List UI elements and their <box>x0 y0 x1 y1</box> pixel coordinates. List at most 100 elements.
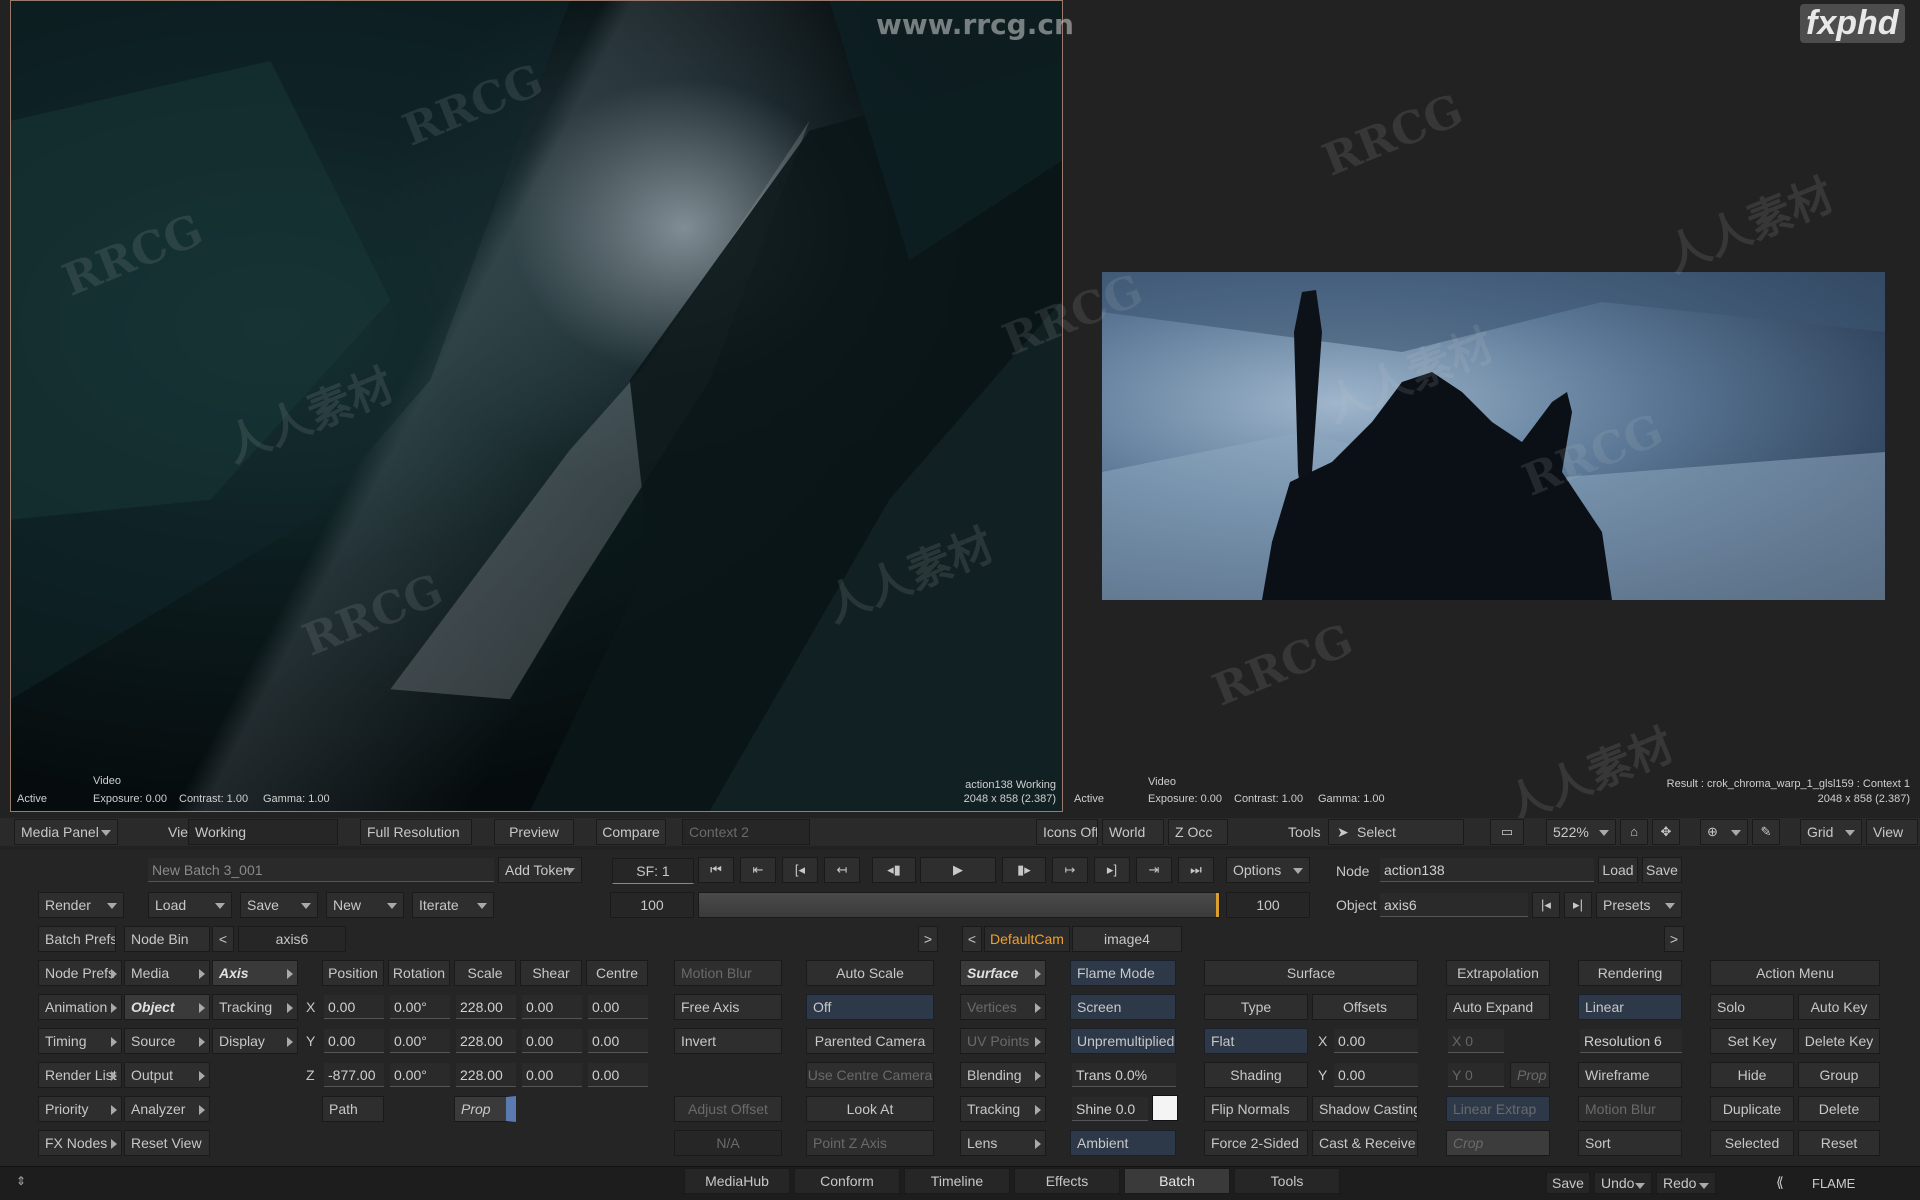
offsets-button[interactable]: Offsets <box>1312 994 1418 1020</box>
axis-button[interactable]: Axis <box>212 960 298 986</box>
node-name-field[interactable]: action138 <box>1380 858 1594 882</box>
centre-x-field[interactable]: 0.00 <box>588 995 648 1019</box>
invert-button[interactable]: Invert <box>674 1028 782 1054</box>
add-token-button[interactable]: Add Token <box>498 857 582 883</box>
split-view-icon[interactable]: ▭ <box>1490 819 1524 845</box>
ambient-button[interactable]: Ambient <box>1070 1130 1176 1156</box>
use-centre-camera-button[interactable]: Use Centre Camera <box>806 1062 934 1088</box>
playhead[interactable] <box>1216 893 1219 917</box>
position-y-field[interactable]: 0.00 <box>324 1029 384 1053</box>
save-footer-button[interactable]: Save <box>1546 1172 1590 1194</box>
scale-x-field[interactable]: 228.00 <box>456 995 516 1019</box>
node-save-button[interactable]: Save <box>1642 857 1682 883</box>
media-button[interactable]: Media <box>124 960 210 986</box>
tabs-left-arrow[interactable]: < <box>962 926 982 952</box>
uv-points-button[interactable]: UV Points <box>960 1028 1046 1054</box>
tabs-right-arrow[interactable]: > <box>1664 926 1684 952</box>
expand-arrows-icon[interactable]: ⇕ <box>16 1174 26 1188</box>
tab-batch[interactable]: Batch <box>1124 1168 1230 1194</box>
world-button[interactable]: World <box>1102 819 1164 845</box>
action-menu-header[interactable]: Action Menu <box>1710 960 1880 986</box>
scale-y-field[interactable]: 228.00 <box>456 1029 516 1053</box>
timeline-scrubber[interactable] <box>698 892 1220 918</box>
left-viewer[interactable]: Video Active Exposure: 0.00 Contrast: 1.… <box>10 0 1063 812</box>
shine-field[interactable]: Shine 0.0 <box>1072 1097 1148 1121</box>
extrap-y-field[interactable]: Y 0 <box>1448 1063 1504 1087</box>
centre-header[interactable]: Centre <box>586 960 648 986</box>
grid-dropdown[interactable]: Grid <box>1800 819 1862 845</box>
prop-toggle[interactable]: Prop <box>454 1096 516 1122</box>
batch-prefs-button[interactable]: Batch Prefs <box>38 926 116 952</box>
cast-receive-button[interactable]: Cast & Receive <box>1312 1130 1418 1156</box>
centre-z-field[interactable]: 0.00 <box>588 1063 648 1087</box>
duplicate-button[interactable]: Duplicate <box>1710 1096 1794 1122</box>
animation-button[interactable]: Animation <box>38 994 122 1020</box>
redo-button[interactable]: Redo <box>1656 1172 1716 1194</box>
linear-mode[interactable]: Linear <box>1578 994 1682 1020</box>
full-resolution-button[interactable]: Full Resolution <box>360 819 472 845</box>
shear-header[interactable]: Shear <box>520 960 582 986</box>
zoom-dropdown[interactable]: 522% <box>1546 819 1616 845</box>
options-button[interactable]: Options <box>1226 857 1310 883</box>
rotation-x-field[interactable]: 0.00° <box>390 995 450 1019</box>
step-forward-icon[interactable]: ▮▸ <box>1002 857 1046 883</box>
tracking-surface-button[interactable]: Tracking <box>960 1096 1046 1122</box>
viewing-field[interactable]: Working <box>188 819 338 845</box>
undo-button[interactable]: Undo <box>1594 1172 1652 1194</box>
tab-right-arrow[interactable]: > <box>918 926 938 952</box>
render-list-button[interactable]: Render List <box>38 1062 122 1088</box>
rotation-header[interactable]: Rotation <box>388 960 450 986</box>
play-icon[interactable]: ▶ <box>920 857 996 883</box>
tab-image4[interactable]: image4 <box>1072 926 1182 952</box>
parented-camera-button[interactable]: Parented Camera <box>806 1028 934 1054</box>
shear-y-field[interactable]: 0.00 <box>522 1029 582 1053</box>
eyedropper-icon[interactable]: ✎ <box>1752 819 1780 845</box>
prev-key-icon[interactable]: ⇤ <box>740 857 776 883</box>
analyzer-button[interactable]: Analyzer <box>124 1096 210 1122</box>
rendering-header[interactable]: Rendering <box>1578 960 1682 986</box>
tab-defaultcam[interactable]: DefaultCam <box>984 926 1070 952</box>
wireframe-button[interactable]: Wireframe <box>1578 1062 1682 1088</box>
node-bin-button[interactable]: Node Bin <box>124 926 210 952</box>
extrap-prop-toggle[interactable]: Prop <box>1510 1062 1550 1088</box>
start-frame-field[interactable]: 100 <box>610 892 694 918</box>
centre-y-field[interactable]: 0.00 <box>588 1029 648 1053</box>
next-key-icon[interactable]: ⇥ <box>1136 857 1172 883</box>
scale-z-field[interactable]: 228.00 <box>456 1063 516 1087</box>
fx-nodes-button[interactable]: FX Nodes <box>38 1130 122 1156</box>
group-button[interactable]: Group <box>1798 1062 1880 1088</box>
go-end-icon[interactable]: ⏭ <box>1178 857 1214 883</box>
source-button[interactable]: Source <box>124 1028 210 1054</box>
fit-icon[interactable]: ✥ <box>1652 819 1680 845</box>
scale-header[interactable]: Scale <box>454 960 516 986</box>
icons-off-button[interactable]: Icons Off <box>1036 819 1098 845</box>
media-panel-button[interactable]: Media Panel <box>14 819 118 845</box>
target-icon[interactable]: ⊕ <box>1700 819 1748 845</box>
timing-button[interactable]: Timing <box>38 1028 122 1054</box>
compare-button[interactable]: Compare <box>596 819 666 845</box>
rotation-z-field[interactable]: 0.00° <box>390 1063 450 1087</box>
tracking-menu-button[interactable]: Tracking <box>212 994 298 1020</box>
surface-menu-button[interactable]: Surface <box>960 960 1046 986</box>
shine-color-swatch[interactable] <box>1152 1095 1178 1121</box>
load-button[interactable]: Load <box>148 892 232 918</box>
select-tool-button[interactable]: ➤ Select <box>1328 819 1464 845</box>
prev-mark-icon[interactable]: [◂ <box>782 857 818 883</box>
output-button[interactable]: Output <box>124 1062 210 1088</box>
tab-effects[interactable]: Effects <box>1014 1168 1120 1194</box>
next-object-icon[interactable]: ▸| <box>1564 892 1592 918</box>
new-button[interactable]: New <box>326 892 404 918</box>
point-z-axis-button[interactable]: Point Z Axis <box>806 1130 934 1156</box>
prev-object-icon[interactable]: |◂ <box>1532 892 1560 918</box>
auto-expand-button[interactable]: Auto Expand <box>1446 994 1550 1020</box>
crop-button[interactable]: Crop <box>1446 1130 1550 1156</box>
go-start-icon[interactable]: ⏮ <box>698 857 734 883</box>
save-batch-button[interactable]: Save <box>240 892 318 918</box>
offset-x-field[interactable]: 0.00 <box>1334 1029 1418 1053</box>
surface-header[interactable]: Surface <box>1204 960 1418 986</box>
sf-field[interactable]: SF: 1 <box>612 858 694 884</box>
right-viewer-image[interactable] <box>1102 272 1885 600</box>
shear-x-field[interactable]: 0.00 <box>522 995 582 1019</box>
free-axis-button[interactable]: Free Axis <box>674 994 782 1020</box>
object-name-field[interactable]: axis6 <box>1380 893 1528 917</box>
